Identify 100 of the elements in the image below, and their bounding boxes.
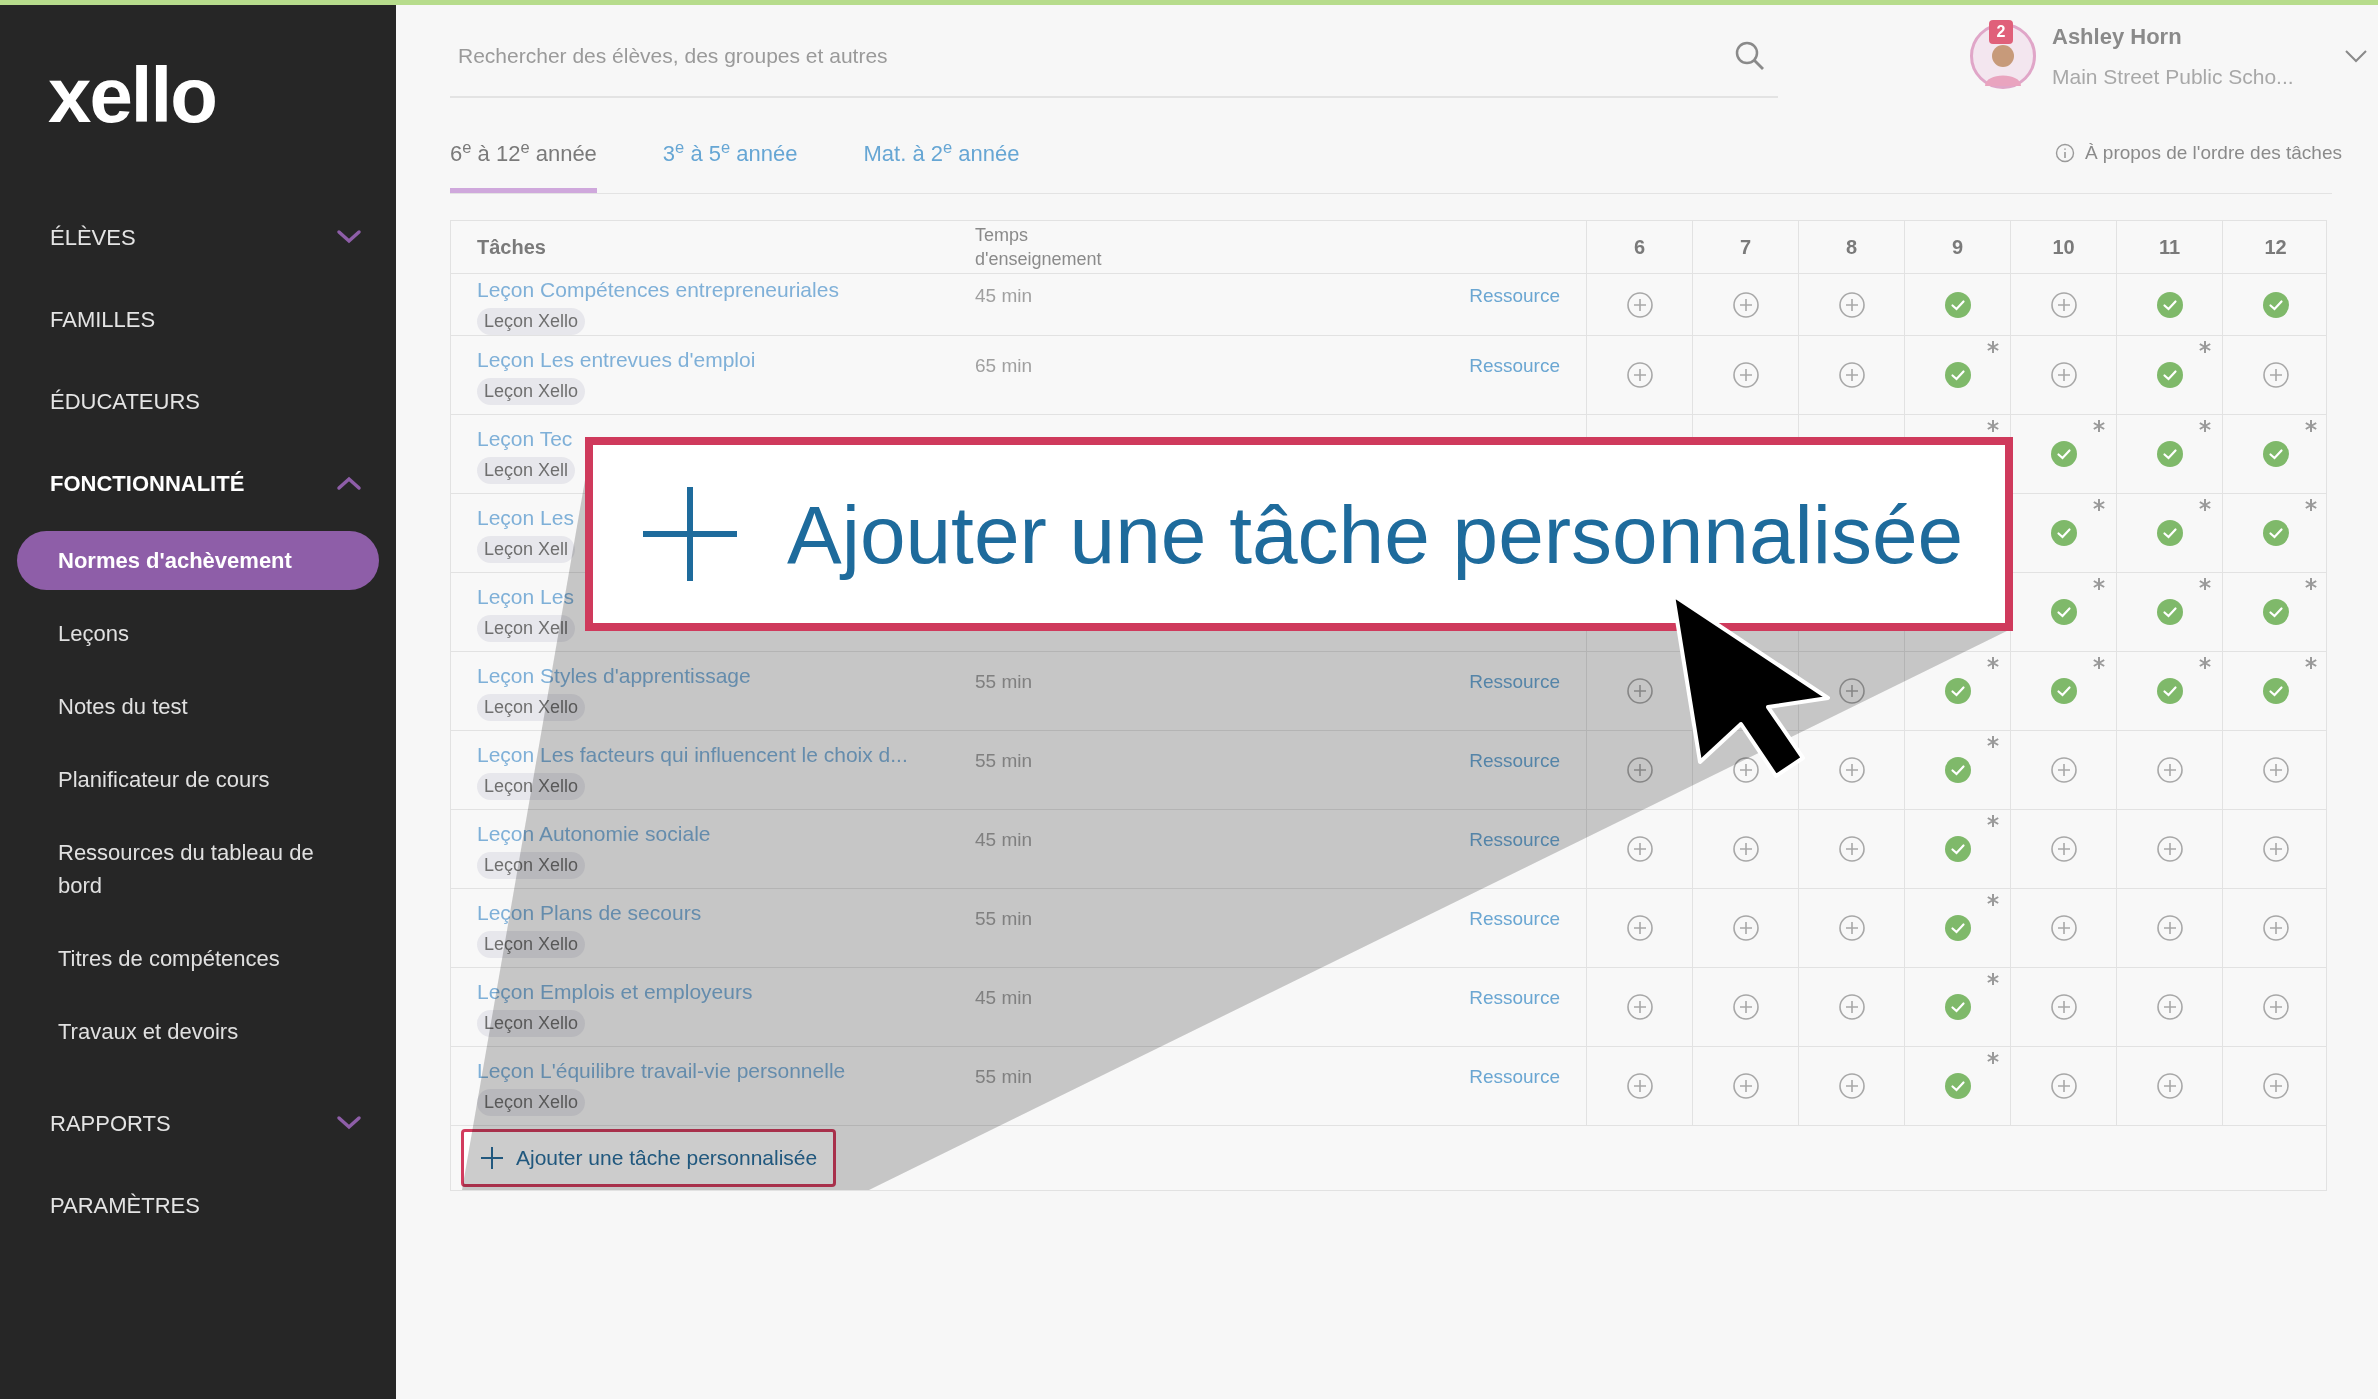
add-circle-icon[interactable] [1626, 994, 1653, 1020]
add-circle-icon[interactable] [1626, 757, 1653, 783]
add-circle-icon[interactable] [2050, 1073, 2077, 1099]
resource-link[interactable]: Ressource [1469, 826, 1560, 855]
add-circle-icon[interactable] [1732, 994, 1759, 1020]
add-circle-icon[interactable] [2050, 291, 2077, 318]
nav-section[interactable]: PARAMÈTRES [50, 1188, 200, 1222]
add-circle-icon[interactable] [2050, 362, 2077, 388]
check-icon[interactable] [2156, 441, 2183, 467]
chevron-down-icon[interactable] [2344, 49, 2368, 64]
add-circle-icon[interactable] [1838, 291, 1865, 318]
add-circle-icon[interactable] [1626, 678, 1653, 704]
add-circle-icon[interactable] [2262, 1073, 2289, 1099]
task-title[interactable]: Leçon Plans de secours [477, 897, 702, 929]
nav-item[interactable]: Planificateur de cours [17, 750, 379, 809]
check-icon[interactable] [1944, 757, 1971, 783]
check-icon[interactable] [1944, 915, 1971, 941]
add-circle-icon[interactable] [1732, 362, 1759, 388]
resource-link[interactable]: Ressource [1469, 747, 1560, 776]
task-title[interactable]: Leçon Les [477, 581, 574, 613]
check-icon[interactable] [2156, 362, 2183, 388]
nav-item[interactable]: Travaux et devoirs [17, 1002, 379, 1061]
add-circle-icon[interactable] [2156, 1073, 2183, 1099]
check-icon[interactable] [2262, 291, 2289, 318]
nav-item[interactable]: Ressources du tableau de bord [17, 823, 379, 915]
nav-item[interactable]: Titres de compétences [17, 929, 379, 988]
check-icon[interactable] [2050, 520, 2077, 546]
nav-item[interactable]: Normes d'achèvement [17, 531, 379, 590]
search-field[interactable]: Rechercher des élèves, des groupes et autres [450, 16, 1778, 98]
add-circle-icon[interactable] [1838, 836, 1865, 862]
task-title[interactable]: Leçon L'équilibre travail-vie personnelle [477, 1055, 846, 1087]
add-circle-icon[interactable] [2050, 994, 2077, 1020]
add-circle-icon[interactable] [1732, 291, 1759, 318]
nav-section[interactable]: FAMILLES [50, 302, 156, 336]
grade-tab[interactable]: 6$^{e}$ à 12$^{e}$ année [450, 137, 597, 193]
search-icon[interactable] [1734, 40, 1766, 72]
check-icon[interactable] [2262, 441, 2289, 467]
add-circle-icon[interactable] [2262, 757, 2289, 783]
add-circle-icon[interactable] [2050, 836, 2077, 862]
task-title[interactable]: Leçon Emplois et employeurs [477, 976, 753, 1008]
add-circle-icon[interactable] [2262, 994, 2289, 1020]
add-task-button[interactable]: Ajouter une tâche personnalisée [461, 1129, 837, 1187]
add-circle-icon[interactable] [1732, 836, 1759, 862]
check-icon[interactable] [2156, 678, 2183, 704]
nav-item[interactable]: Notes du test [17, 677, 379, 736]
check-icon[interactable] [2262, 678, 2289, 704]
check-icon[interactable] [2262, 599, 2289, 625]
avatar[interactable]: 2 [1970, 23, 2036, 90]
resource-link[interactable]: Ressource [1469, 905, 1560, 934]
add-circle-icon[interactable] [2050, 757, 2077, 783]
task-title[interactable]: Leçon Les facteurs qui influencent le choix d... [477, 739, 908, 771]
add-circle-icon[interactable] [1732, 757, 1759, 783]
task-title[interactable]: Leçon Compétences entrepreneuriales [477, 274, 839, 306]
add-circle-icon[interactable] [1626, 836, 1653, 862]
nav-section[interactable]: ÉDUCATEURS [50, 384, 200, 418]
check-icon[interactable] [1944, 1073, 1971, 1099]
check-icon[interactable] [2050, 678, 2077, 704]
nav-section[interactable]: ÉLÈVES [50, 220, 136, 254]
check-icon[interactable] [2156, 520, 2183, 546]
add-circle-icon[interactable] [1838, 678, 1865, 704]
add-circle-icon[interactable] [1838, 757, 1865, 783]
resource-link[interactable]: Ressource [1469, 352, 1560, 381]
add-circle-icon[interactable] [1626, 1073, 1653, 1099]
nav-section[interactable]: FONCTIONNALITÉ [50, 466, 245, 500]
grade-tab[interactable]: 3$^{e}$ à 5$^{e}$ année [662, 137, 798, 193]
add-circle-icon[interactable] [1838, 1073, 1865, 1099]
info-link[interactable]: À propos de l'ordre des tâches [2084, 138, 2342, 167]
resource-link[interactable]: Ressource [1469, 1063, 1560, 1092]
add-circle-icon[interactable] [1732, 915, 1759, 941]
check-icon[interactable] [1944, 362, 1971, 388]
chevron-up-icon[interactable] [336, 475, 362, 491]
task-title[interactable]: Leçon Autonomie sociale [477, 818, 711, 850]
resource-link[interactable]: Ressource [1469, 668, 1560, 697]
check-icon[interactable] [2156, 291, 2183, 318]
add-circle-icon[interactable] [1732, 1073, 1759, 1099]
check-icon[interactable] [2262, 520, 2289, 546]
resource-link[interactable]: Ressource [1469, 282, 1560, 311]
resource-link[interactable]: Ressource [1469, 984, 1560, 1013]
logo[interactable]: xello [48, 60, 216, 130]
task-title[interactable]: Leçon Les [477, 502, 574, 534]
add-circle-icon[interactable] [2262, 836, 2289, 862]
add-circle-icon[interactable] [1838, 362, 1865, 388]
task-title[interactable]: Leçon Tec [477, 423, 573, 455]
add-circle-icon[interactable] [2262, 362, 2289, 388]
check-icon[interactable] [1944, 678, 1971, 704]
grade-tab[interactable]: Mat. à 2$^{e}$ année [863, 137, 1020, 193]
add-circle-icon[interactable] [2262, 915, 2289, 941]
add-circle-icon[interactable] [2050, 915, 2077, 941]
check-icon[interactable] [1944, 291, 1971, 318]
check-icon[interactable] [2156, 599, 2183, 625]
task-title[interactable]: Leçon Styles d'apprentissage [477, 660, 751, 692]
add-circle-icon[interactable] [2156, 836, 2183, 862]
add-circle-icon[interactable] [1626, 362, 1653, 388]
add-circle-icon[interactable] [1838, 915, 1865, 941]
add-circle-icon[interactable] [1838, 994, 1865, 1020]
check-icon[interactable] [1944, 994, 1971, 1020]
search-input[interactable]: Rechercher des élèves, des groupes et autres [458, 40, 1734, 72]
add-circle-icon[interactable] [1626, 915, 1653, 941]
add-circle-icon[interactable] [2156, 757, 2183, 783]
nav-item[interactable]: Leçons [17, 604, 379, 663]
